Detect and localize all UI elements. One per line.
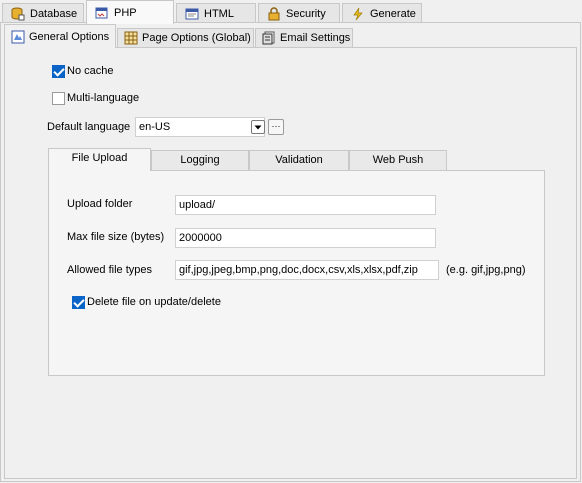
tab-label: Logging (180, 154, 220, 166)
default-language-select[interactable]: en-US (135, 117, 265, 137)
allowed-file-types-hint: (e.g. gif,jpg,png) (446, 264, 526, 276)
tab-label: File Upload (71, 152, 128, 164)
allowed-file-types-label: Allowed file types (67, 264, 152, 276)
tab-page-options-global[interactable]: Page Options (Global) (117, 28, 254, 47)
tab-general-options[interactable]: General Options (4, 24, 116, 48)
tab-generate[interactable]: Generate (342, 3, 422, 23)
default-language-value: en-US (139, 121, 171, 133)
tab-php[interactable]: PHP (86, 0, 174, 24)
grid-icon (124, 31, 138, 45)
tab-database[interactable]: Database (2, 3, 84, 23)
max-file-size-label: Max file size (bytes) (67, 231, 165, 243)
top-tab-strip: Database PHP HTML Security Generate (0, 0, 582, 24)
allowed-file-types-input[interactable]: gif,jpg,jpeg,bmp,png,doc,docx,csv,xls,xl… (175, 260, 439, 280)
tab-label: Page Options (Global) (142, 32, 251, 44)
multi-language-checkbox[interactable] (52, 92, 65, 105)
tab-label: General Options (29, 30, 110, 43)
delete-file-label: Delete file on update/delete (87, 296, 221, 308)
chevron-down-icon (254, 125, 262, 130)
tab-label: Generate (370, 7, 416, 20)
general-options-icon (11, 30, 25, 44)
tab-label: Database (30, 7, 78, 20)
tab-file-upload[interactable]: File Upload (48, 148, 151, 171)
default-language-dropdown-button[interactable] (251, 120, 265, 134)
tab-validation[interactable]: Validation (249, 150, 349, 170)
delete-file-checkbox[interactable] (72, 296, 85, 309)
upload-folder-label: Upload folder (67, 198, 133, 210)
tab-email-settings[interactable]: Email Settings (255, 28, 353, 47)
tab-label: Security (286, 7, 326, 20)
tab-label: Email Settings (280, 32, 351, 44)
tab-html[interactable]: HTML (176, 3, 256, 23)
default-language-label: Default language (47, 121, 131, 133)
php-icon (95, 6, 109, 20)
tab-label: PHP (114, 6, 137, 19)
no-cache-label: No cache (67, 65, 114, 77)
lightning-icon (351, 7, 365, 21)
more-button-label: ··· (271, 121, 281, 131)
tab-logging[interactable]: Logging (151, 150, 249, 170)
tab-label: Web Push (372, 154, 424, 166)
email-icon (262, 31, 276, 45)
html-icon (185, 7, 199, 21)
max-file-size-input[interactable]: 2000000 (175, 228, 436, 248)
tab-web-push[interactable]: Web Push (349, 150, 447, 170)
tab-security[interactable]: Security (258, 3, 340, 23)
database-icon (11, 7, 25, 21)
default-language-more-button[interactable]: ··· (268, 119, 284, 135)
multi-language-label: Multi-language (67, 92, 140, 104)
no-cache-checkbox[interactable] (52, 65, 65, 78)
tab-label: HTML (204, 7, 234, 20)
lock-icon (267, 6, 281, 21)
upload-folder-input[interactable]: upload/ (175, 195, 436, 215)
tab-label: Validation (275, 154, 323, 166)
